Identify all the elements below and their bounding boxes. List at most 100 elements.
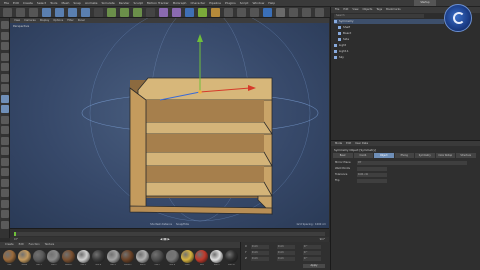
toolbar-tool-icon[interactable] [315,8,324,17]
object-row[interactable]: Board [338,31,448,36]
attribute-value-field[interactable] [357,179,387,183]
coord-size-field[interactable]: 0 cm [277,257,295,261]
material-swatch[interactable] [91,250,105,263]
material-swatch[interactable] [225,250,238,263]
menu-pipeline[interactable]: Pipeline [209,0,221,7]
menu-character[interactable]: Character [190,0,205,7]
timeline-playhead[interactable] [14,232,16,236]
material-swatch[interactable] [165,250,179,263]
toolbar-tool-icon[interactable] [302,8,311,17]
menu-edit[interactable]: Edit [13,0,19,7]
attribute-tab-color-rollup[interactable]: Color Rollup [435,153,455,158]
left-tool-icon[interactable] [1,73,9,82]
left-tool-icon[interactable] [1,42,9,50]
attribute-value-field[interactable]: 0.01 cm [357,173,387,177]
menu-plugins[interactable]: Plugins [225,0,236,7]
object-row[interactable]: Sky [334,55,444,60]
left-tool-icon[interactable] [1,84,9,92]
toolbar-tool-icon[interactable] [81,8,90,17]
toolbar-tool-icon[interactable] [133,8,142,17]
material-swatch[interactable] [180,250,194,263]
left-tool-icon[interactable] [1,105,9,113]
attribute-value-field[interactable]: XY [357,161,467,165]
timeline-track[interactable] [14,232,325,236]
attribute-tab-symmetry[interactable]: Symmetry [415,153,435,158]
object-row[interactable]: Symmetry [334,19,444,24]
object-row[interactable]: Side [338,37,448,42]
menu-file[interactable]: File [4,0,9,7]
toolbar-tool-icon[interactable] [198,8,207,17]
coord-rot-field[interactable]: 0 ° [303,251,321,255]
object-menu-tags[interactable]: Tags [376,7,382,13]
attribute-tab-phong[interactable]: Phong [394,153,414,158]
attribute-value-field[interactable] [357,167,387,171]
coord-rot-field[interactable]: 0 ° [303,245,321,249]
material-swatch[interactable] [210,250,224,263]
play-button[interactable]: ◀ ▮▮ ▶ [160,237,170,241]
toolbar-tool-icon[interactable] [172,8,181,17]
material-swatch[interactable] [77,250,90,263]
menu-animate[interactable]: Animate [85,0,98,7]
toolbar-tool-icon[interactable] [42,8,51,17]
toolbar-tool-icon[interactable] [276,8,285,17]
menu-render[interactable]: Render [119,0,130,7]
attribute-menu-user-data[interactable]: User Data [355,141,368,146]
toolbar-tool-icon[interactable] [94,8,103,17]
attribute-menu-edit[interactable]: Edit [346,141,351,146]
object-row[interactable]: Shelf [338,25,448,30]
timeline[interactable]: 0 F ◀ ▮▮ ▶ 90 F [10,228,329,243]
toolbar-tool-icon[interactable] [16,8,25,17]
toolbar-tool-icon[interactable] [211,8,220,17]
toolbar-tool-icon[interactable] [3,8,12,17]
viewport[interactable]: View Cameras Display Options Filter Panel Per… [10,18,329,228]
object-menu-edit[interactable]: Edit [343,7,348,13]
menu-create[interactable]: Create [23,0,33,7]
toolbar-tool-icon[interactable] [146,8,155,17]
layout-selector[interactable]: Startup [414,0,436,6]
toolbar-tool-icon[interactable] [289,8,298,17]
menu-snap[interactable]: Snap [73,0,81,7]
material-swatch[interactable] [62,250,76,263]
menu-motion-tracker[interactable]: Motion Tracker [147,0,169,7]
left-tool-icon[interactable] [1,31,9,40]
toolbar-tool-icon[interactable] [263,8,272,17]
toolbar-tool-icon[interactable] [237,8,246,17]
toolbar-tool-icon[interactable] [68,8,77,17]
coord-pos-field[interactable]: 0 cm [251,257,269,261]
menu-sculpt[interactable]: Sculpt [133,0,142,7]
left-tool-icon[interactable] [1,168,9,176]
apply-button[interactable]: Apply [303,264,325,268]
material-swatch[interactable] [195,250,209,263]
left-tool-icon[interactable] [1,94,9,103]
left-tool-icon[interactable] [1,52,9,61]
object-row[interactable]: Light [334,43,444,48]
material-swatch[interactable] [47,250,61,263]
material-swatch[interactable] [3,250,16,263]
left-tool-icon[interactable] [1,115,9,124]
coord-pos-field[interactable]: 0 cm [251,251,269,255]
left-tool-icon[interactable] [1,63,9,71]
coord-rot-field[interactable]: 0 ° [303,257,321,261]
toolbar-tool-icon[interactable] [185,8,194,17]
menu-simulate[interactable]: Simulate [102,0,115,7]
left-tool-icon[interactable] [1,21,9,29]
attribute-tab-object[interactable]: Object [374,153,394,158]
menu-select[interactable]: Select [37,0,46,7]
material-swatch[interactable] [136,250,150,263]
material-swatch[interactable] [17,250,31,263]
material-swatch[interactable] [32,250,46,263]
material-swatch[interactable] [121,250,135,263]
menu-mesh[interactable]: Mesh [61,0,69,7]
menu-window[interactable]: Window [252,0,264,7]
left-tool-icon[interactable] [1,147,9,155]
object-menu-view[interactable]: View [352,7,358,13]
menu-script[interactable]: Script [240,0,249,7]
coord-size-field[interactable]: 0 cm [277,245,295,249]
attribute-tab-coord-[interactable]: Coord. [353,153,373,158]
attribute-menu-mode[interactable]: Mode [335,141,342,146]
material-swatch[interactable] [106,250,120,263]
left-tool-icon[interactable] [1,189,9,197]
left-tool-icon[interactable] [1,126,9,134]
menu-tools[interactable]: Tools [50,0,57,7]
left-tool-icon[interactable] [1,136,9,145]
